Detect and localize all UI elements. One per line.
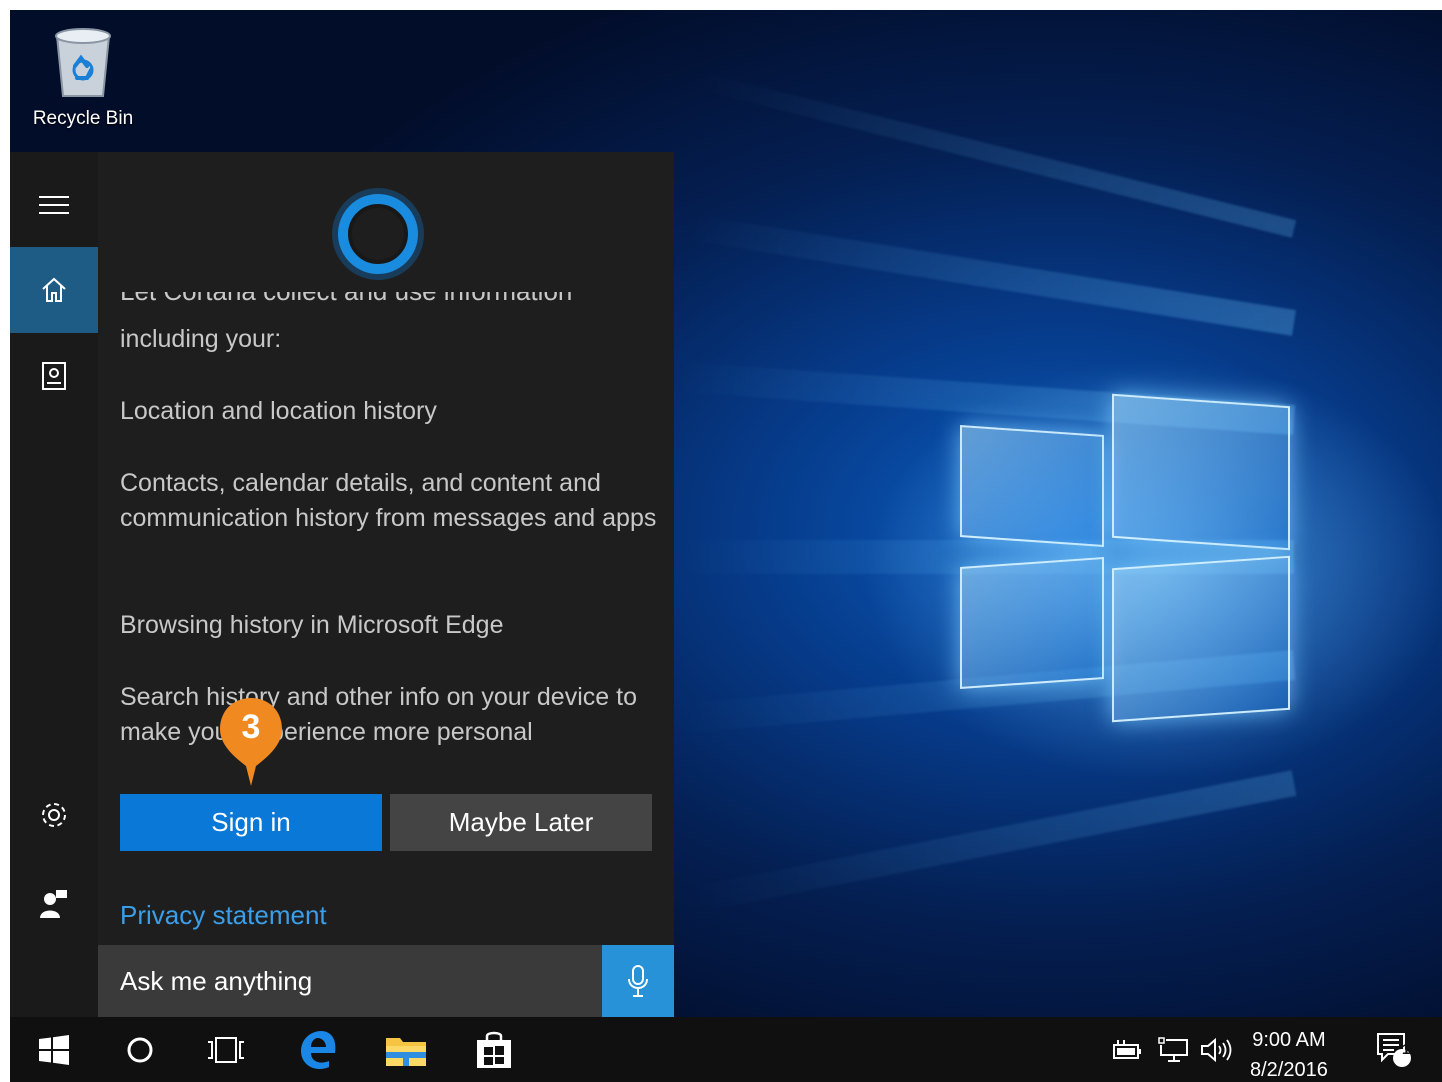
hamburger-menu-button[interactable] <box>10 162 98 248</box>
action-center-button[interactable]: 1 <box>1370 1017 1418 1082</box>
privacy-statement-link[interactable]: Privacy statement <box>120 900 327 931</box>
clock-date: 8/2/2016 <box>1250 1059 1328 1081</box>
settings-button[interactable] <box>10 772 98 858</box>
search-box <box>98 945 674 1017</box>
notebook-button[interactable] <box>10 333 98 419</box>
recycle-bin[interactable]: Recycle Bin <box>28 26 138 130</box>
notification-count-badge: 1 <box>1401 1041 1411 1058</box>
battery-indicator[interactable] <box>1110 1017 1146 1082</box>
battery-icon <box>1113 1039 1141 1059</box>
store-icon <box>477 1031 511 1068</box>
feedback-button[interactable] <box>10 860 98 946</box>
clock-time: 9:00 AM <box>1252 1029 1326 1051</box>
home-button[interactable] <box>10 247 98 333</box>
task-view-button[interactable] <box>202 1017 250 1082</box>
file-explorer-icon <box>386 1037 426 1066</box>
task-view-icon <box>208 1036 244 1063</box>
recycle-bin-label: Recycle Bin <box>32 108 134 129</box>
sign-in-button[interactable]: Sign in <box>120 794 382 851</box>
store-button[interactable] <box>470 1017 518 1082</box>
search-button[interactable] <box>116 1017 164 1082</box>
microphone-button[interactable] <box>602 945 674 1017</box>
info-item: Contacts, calendar details, and content … <box>120 469 657 532</box>
info-item: Browsing history in Microsoft Edge <box>120 611 504 639</box>
settings-icon <box>42 803 66 827</box>
hamburger-icon <box>39 196 69 214</box>
step-callout: 3 <box>218 696 284 786</box>
home-icon <box>42 277 66 302</box>
search-input[interactable] <box>98 945 600 1017</box>
recycle-bin-icon <box>51 26 115 100</box>
file-explorer-button[interactable] <box>382 1017 430 1082</box>
edge-icon <box>301 1030 336 1069</box>
network-indicator[interactable] <box>1156 1017 1192 1082</box>
cortana-content: Let Cortana collect and use information … <box>98 152 674 1017</box>
desktop: Recycle Bin including your: Location and… <box>10 10 1442 1082</box>
network-icon <box>1158 1036 1188 1062</box>
maybe-later-button[interactable]: Maybe Later <box>390 794 652 851</box>
cortana-logo-icon <box>338 194 418 274</box>
volume-icon <box>1201 1037 1232 1062</box>
intro-text: including your: <box>120 325 282 353</box>
start-icon <box>39 1034 69 1065</box>
cut-off-text: Let Cortana collect and use information <box>120 292 600 306</box>
info-item: Location and location history <box>120 397 437 425</box>
cortana-panel: Let Cortana collect and use information … <box>10 152 674 1017</box>
volume-indicator[interactable] <box>1198 1017 1234 1082</box>
info-item: Search history and other info on your de… <box>120 683 637 746</box>
callout-number: 3 <box>241 708 261 746</box>
microphone-icon <box>628 965 648 997</box>
edge-button[interactable] <box>294 1017 342 1082</box>
cortana-rail <box>10 152 98 1017</box>
taskbar: 9:00 AM 8/2/2016 1 <box>10 1017 1442 1082</box>
search-icon <box>127 1037 153 1062</box>
start-button[interactable] <box>30 1017 78 1082</box>
clock[interactable]: 9:00 AM 8/2/2016 <box>1250 1025 1328 1082</box>
windows-logo-wallpaper <box>950 390 1310 740</box>
feedback-icon <box>40 890 67 918</box>
notebook-icon <box>42 362 66 390</box>
